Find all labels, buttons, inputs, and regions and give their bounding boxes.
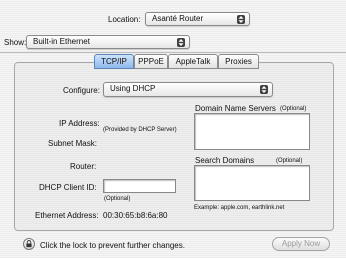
lock-icon	[26, 240, 32, 248]
popup-arrows-icon	[237, 15, 245, 24]
dns-label: Domain Name Servers	[195, 104, 276, 113]
dns-optional: (Optional)	[280, 106, 307, 112]
lock-button[interactable]	[23, 238, 35, 250]
search-domains-optional: (Optional)	[276, 158, 303, 164]
ethernet-address-label: Ethernet Address:	[35, 211, 99, 220]
configure-value: Using DHCP	[110, 84, 156, 93]
tab-proxies[interactable]: Proxies	[218, 54, 259, 69]
configure-label: Configure:	[63, 86, 100, 95]
router-label: Router:	[70, 162, 97, 171]
tab-appletalk[interactable]: AppleTalk	[168, 54, 218, 69]
search-domains-example: Example: apple.com, earthlink.net	[194, 205, 285, 211]
dhcp-client-id-note: (Optional)	[104, 196, 131, 202]
location-value: Asanté Router	[152, 14, 204, 23]
show-label: Show:	[4, 38, 27, 47]
ip-address-note: (Provided by DHCP Server)	[103, 127, 177, 133]
dhcp-client-id-input[interactable]	[103, 179, 176, 193]
subnet-mask-label: Subnet Mask:	[48, 139, 97, 148]
popup-arrows-icon	[260, 85, 268, 94]
ip-address-label: IP Address:	[59, 119, 100, 128]
search-domains-label: Search Domains	[195, 156, 255, 165]
ethernet-address-value: 00:30:65:b8:6a:80	[103, 211, 168, 220]
location-popup[interactable]: Asanté Router	[145, 12, 250, 26]
separator	[0, 52, 346, 53]
configure-popup[interactable]: Using DHCP	[103, 82, 273, 97]
lock-text: Click the lock to prevent further change…	[40, 241, 185, 250]
tab-tcpip[interactable]: TCP/IP	[94, 54, 134, 69]
show-popup[interactable]: Built-in Ethernet	[26, 35, 190, 49]
dns-field[interactable]	[194, 113, 310, 150]
show-value: Built-in Ethernet	[33, 37, 90, 46]
search-domains-field[interactable]	[194, 165, 310, 201]
dhcp-client-id-label: DHCP Client ID:	[39, 183, 97, 192]
location-label: Location:	[108, 15, 141, 24]
tab-pppoe[interactable]: PPPoE	[134, 54, 168, 69]
apply-now-button[interactable]: Apply Now	[272, 237, 330, 251]
popup-arrows-icon	[177, 38, 185, 47]
